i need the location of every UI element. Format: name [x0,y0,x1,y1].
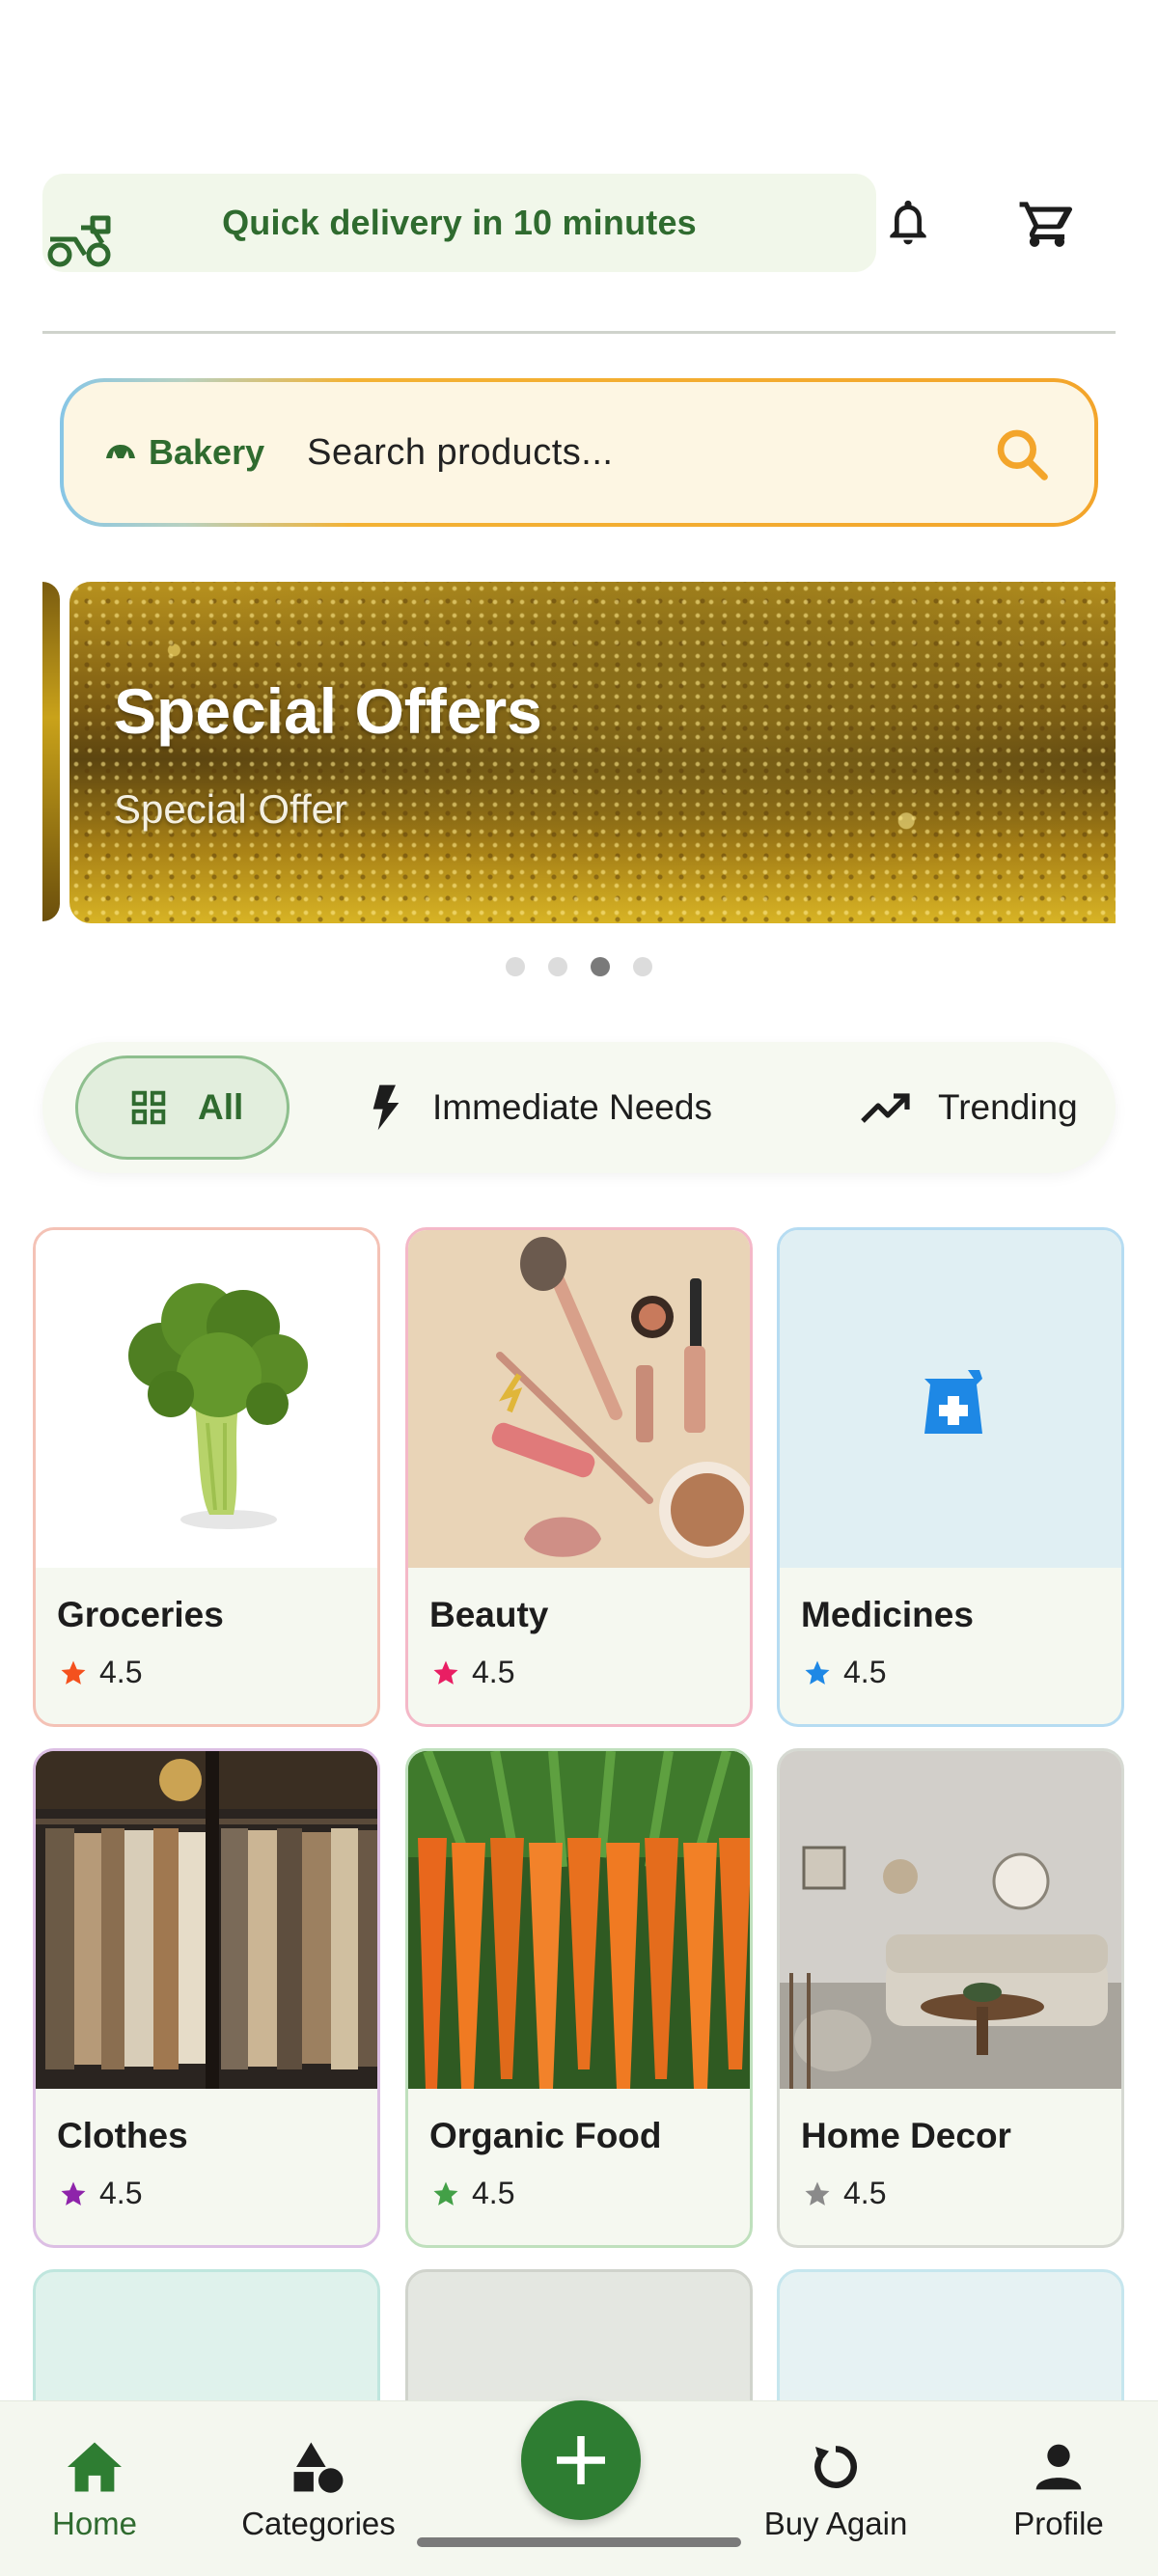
plus-icon [557,2436,605,2484]
home-decor-image [780,1751,1121,2089]
search-input[interactable]: Search products... [307,432,613,474]
star-icon [433,1660,458,1685]
search-category[interactable]: Bakery [104,432,264,473]
category-rating: 4.5 [59,2176,142,2211]
delivery-banner[interactable]: Quick delivery in 10 minutes [42,174,876,272]
add-button[interactable] [521,2400,641,2520]
rating-value: 4.5 [99,2176,143,2210]
carousel-dot[interactable] [506,957,525,976]
bell-icon [890,200,926,245]
rating-value: 4.5 [843,1655,887,1689]
categories-icon [293,2442,344,2493]
profile-icon [1035,2444,1082,2490]
rating-value: 4.5 [99,1655,143,1689]
filter-chip-label: All [198,1087,244,1127]
category-card-groceries[interactable]: Groceries 4.5 [33,1227,380,1727]
star-icon [433,2181,458,2206]
category-rating: 4.5 [431,1655,514,1690]
category-card-home-decor[interactable]: Home Decor 4.5 [777,1748,1124,2248]
category-card-medicines[interactable]: Medicines 4.5 [777,1227,1124,1727]
filter-chip-label: Immediate Needs [432,1087,712,1127]
filter-chip-immediate-needs[interactable]: Immediate Needs [367,1055,712,1160]
carousel-dot[interactable] [633,957,652,976]
category-card-clothes[interactable]: Clothes 4.5 [33,1748,380,2248]
search-bar[interactable]: Bakery Search products... [60,378,1098,527]
medicines-image [780,1230,1121,1568]
home-icon [68,2442,122,2492]
nav-label: Home [51,2506,138,2541]
category-name: Home Decor [801,2116,1011,2155]
category-card-beauty[interactable]: Beauty 4.5 [405,1227,753,1727]
banner-subtitle: Special Offer [114,786,348,832]
nav-profile[interactable]: Profile [962,2401,1155,2576]
rating-value: 4.5 [472,2176,515,2210]
category-rating: 4.5 [59,1655,142,1690]
trending-icon [861,1093,910,1123]
category-rating: 4.5 [803,2176,886,2211]
beauty-image [408,1230,750,1568]
app-screen: Quick delivery in 10 minutes Bakery Sear… [0,0,1158,2576]
notifications-button[interactable] [874,188,942,256]
category-rating: 4.5 [803,1655,886,1690]
category-rating: 4.5 [431,2176,514,2211]
clothes-image [36,1751,377,2089]
category-card-organic-food[interactable]: Organic Food 4.5 [405,1748,753,2248]
rating-value: 4.5 [843,2176,887,2210]
star-icon [805,2181,830,2206]
header-divider [42,331,1116,334]
filter-bar: All Immediate Needs Trending [42,1042,1116,1173]
filter-chip-all[interactable]: All [75,1055,290,1160]
organic-food-image [408,1751,750,2089]
offer-banner[interactable]: Special Offers Special Offer [69,582,1116,923]
nav-buy-again[interactable]: Buy Again [739,2401,932,2576]
nav-label: Profile [1013,2506,1104,2541]
groceries-image [36,1230,377,1568]
star-icon [61,2181,86,2206]
category-name: Beauty [429,1595,549,1634]
reorder-icon [814,2446,857,2488]
scooter-icon [47,215,111,267]
banner-title: Special Offers [114,675,542,747]
search-icon[interactable] [992,425,1052,484]
banner-previous-slide[interactable] [42,582,60,921]
filter-chip-label: Trending [938,1087,1078,1127]
filter-chip-trending[interactable]: Trending [861,1055,1078,1160]
category-name: Medicines [801,1595,974,1634]
star-icon [805,1660,830,1685]
category-name: Organic Food [429,2116,662,2155]
nav-categories[interactable]: Categories [222,2401,415,2576]
cart-button[interactable] [1013,188,1081,256]
rating-value: 4.5 [472,1655,515,1689]
carousel-dot-active[interactable] [591,957,610,976]
nav-label: Buy Again [763,2506,908,2541]
lightning-icon [372,1084,400,1131]
category-name: Clothes [57,2116,188,2155]
bakery-icon [106,445,135,458]
search-category-label: Bakery [149,432,265,472]
medicine-icon [924,1370,982,1434]
nav-home[interactable]: Home [0,2401,191,2576]
cart-icon [1019,202,1073,247]
carousel-dots [506,957,676,976]
category-name: Groceries [57,1595,224,1634]
delivery-text: Quick delivery in 10 minutes [222,203,697,242]
star-icon [61,1660,86,1685]
grid-icon [131,1090,166,1125]
carousel-dot[interactable] [548,957,567,976]
home-indicator [417,2537,741,2547]
nav-label: Categories [241,2506,396,2541]
